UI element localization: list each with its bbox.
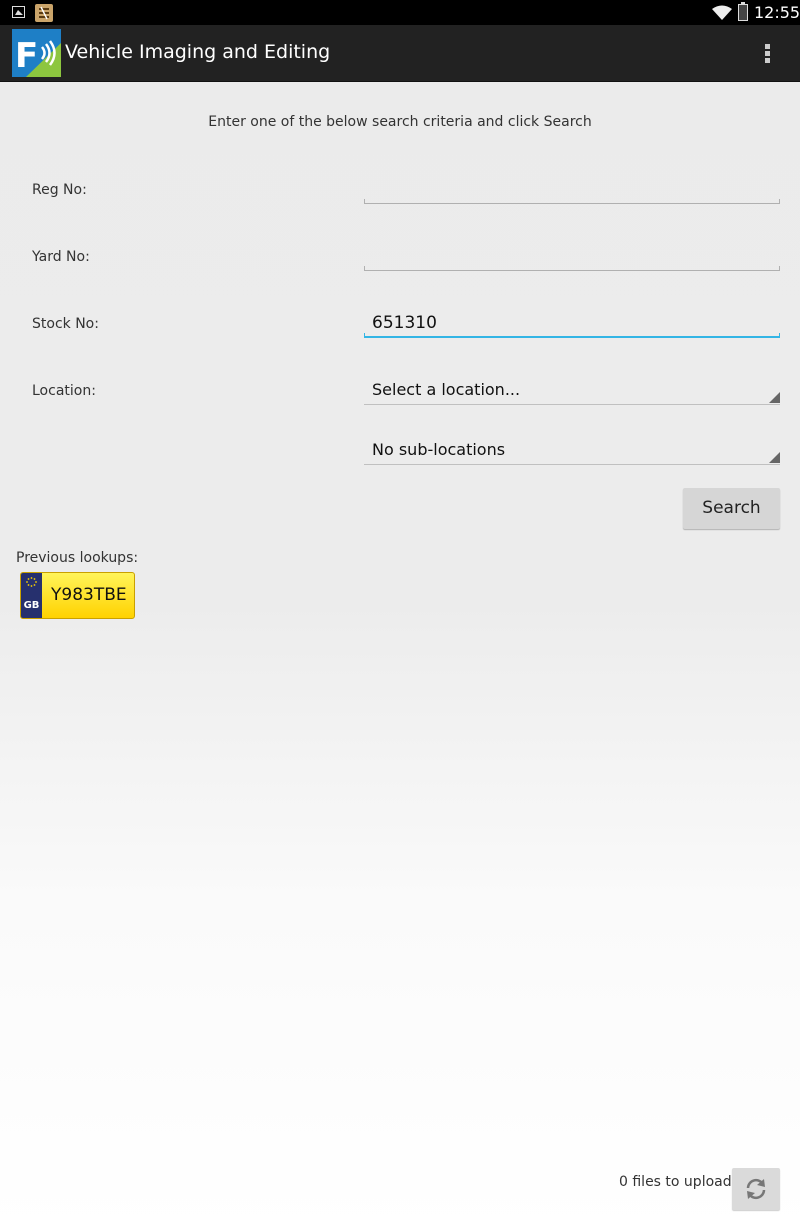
plate-country: GB [23,600,40,611]
stock-no-input[interactable]: 651310 [364,300,780,338]
location-label: Location: [32,383,96,399]
previous-lookup-plate[interactable]: GB Y983TBE [20,572,135,619]
sub-location-selected: No sub-locations [372,440,506,459]
eu-stars-icon [26,577,37,587]
sub-location-select[interactable]: No sub-locations [364,425,780,465]
wifi-icon [712,5,732,21]
plate-number: Y983TBE [51,585,127,605]
search-instructions: Enter one of the below search criteria a… [208,114,592,130]
reg-no-input[interactable] [364,166,780,204]
battery-icon [738,2,748,21]
app-logo-icon[interactable]: F [12,29,61,77]
dropdown-caret-icon [769,452,780,463]
status-time: 12:55 [754,3,800,22]
dropdown-caret-icon [769,392,780,403]
reg-no-label: Reg No: [32,182,87,198]
action-bar: F Vehicle Imaging and Editing [0,25,800,82]
yard-no-label: Yard No: [32,249,90,265]
overflow-menu-icon[interactable] [756,39,780,67]
app-notification-icon [35,4,53,22]
stock-no-label: Stock No: [32,316,99,332]
upload-status: 0 files to upload [619,1174,732,1190]
gallery-icon [12,6,25,18]
eu-flag-band [21,573,42,618]
stock-no-value: 651310 [372,313,437,333]
location-select[interactable]: Select a location... [364,365,780,405]
search-button[interactable]: Search [683,488,780,529]
sync-icon [746,1178,766,1200]
app-title: Vehicle Imaging and Editing [65,41,331,63]
svg-text:F: F [15,36,38,76]
location-selected: Select a location... [372,380,521,399]
yard-no-input[interactable] [364,233,780,271]
status-bar: 12:55 [0,0,800,25]
sync-button[interactable] [732,1168,780,1210]
previous-lookups-label: Previous lookups: [16,550,139,566]
